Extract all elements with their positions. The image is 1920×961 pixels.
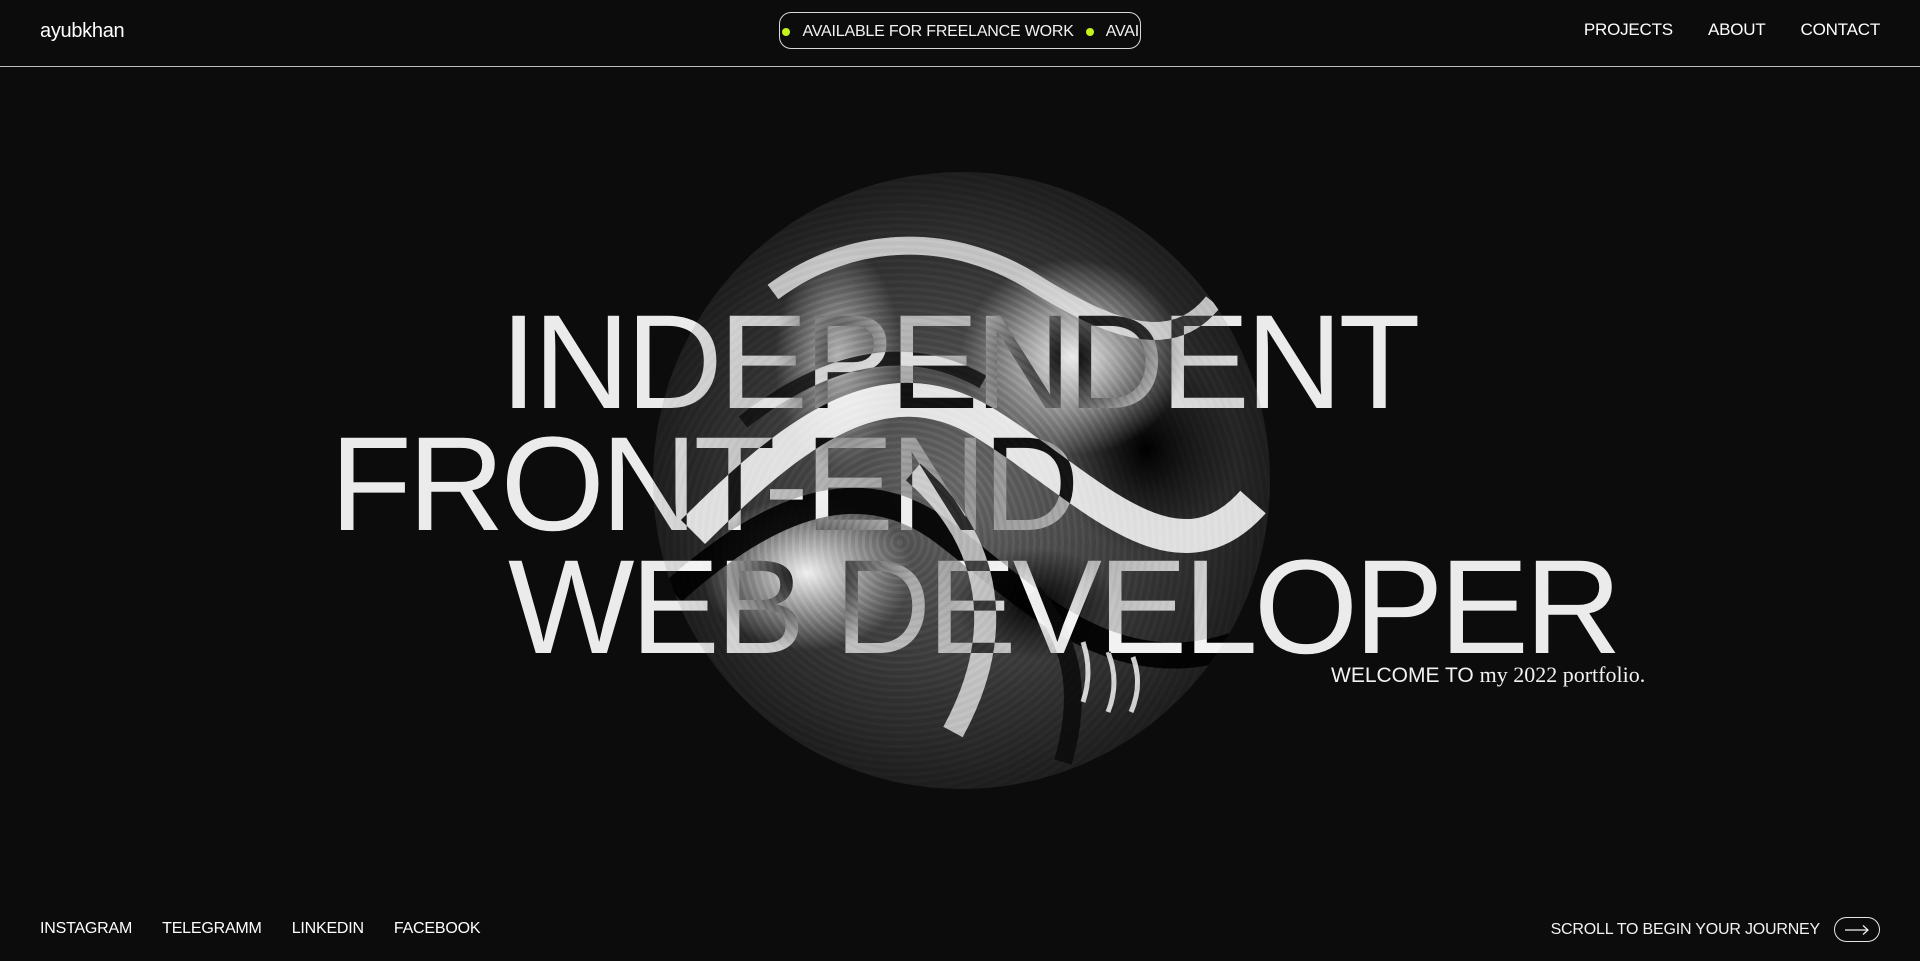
site-header: ayubkhan K AVAILABLE FOR FREELANCE WORK … (0, 0, 1920, 67)
arrow-right-icon (1845, 924, 1869, 935)
social-link-facebook[interactable]: FACEBOOK (394, 920, 481, 938)
logo-link[interactable]: ayubkhan (40, 20, 125, 43)
status-dot-icon (782, 27, 791, 36)
scroll-button[interactable] (1834, 917, 1880, 942)
marquee-track: K AVAILABLE FOR FREELANCE WORK AVAIL (780, 13, 1140, 48)
scroll-hint: SCROLL TO BEGIN YOUR JOURNEY (1551, 917, 1880, 942)
main-nav: PROJECTS ABOUT CONTACT (1584, 20, 1880, 40)
nav-link-about[interactable]: ABOUT (1708, 20, 1766, 40)
marquee-text: AVAILABLE FOR FREELANCE WORK (802, 22, 1074, 40)
welcome-lead: WELCOME TO (1331, 664, 1474, 687)
social-links: INSTAGRAM TELEGRAMM LINKEDIN FACEBOOK (40, 920, 481, 938)
social-link-telegram[interactable]: TELEGRAMM (162, 920, 262, 938)
social-link-instagram[interactable]: INSTAGRAM (40, 920, 132, 938)
nav-link-contact[interactable]: CONTACT (1801, 20, 1881, 40)
scroll-hint-text: SCROLL TO BEGIN YOUR JOURNEY (1550, 920, 1821, 938)
welcome-serif: my 2022 portfolio. (1479, 662, 1646, 687)
welcome-text: WELCOME TO my 2022 portfolio. (1331, 662, 1645, 688)
social-link-linkedin[interactable]: LINKEDIN (292, 920, 364, 938)
availability-marquee: K AVAILABLE FOR FREELANCE WORK AVAIL (779, 12, 1141, 49)
nav-link-projects[interactable]: PROJECTS (1584, 20, 1673, 40)
marquee-text-suffix: AVAIL (1105, 22, 1140, 40)
headline-line-3: WEB DEVELOPER (508, 533, 1622, 682)
headline-line-2: FRONT-END (330, 410, 1080, 559)
status-dot-icon (1085, 27, 1094, 36)
